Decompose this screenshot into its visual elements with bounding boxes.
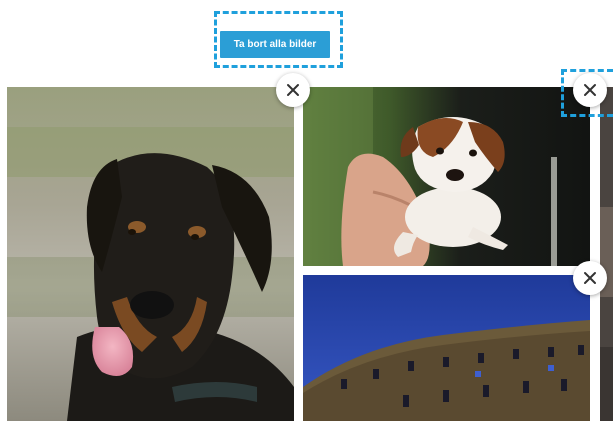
puppy-photo (303, 87, 590, 266)
close-icon (287, 84, 299, 96)
partial-photo (600, 87, 613, 421)
gallery-image-partial[interactable] (600, 87, 613, 421)
remove-image-button[interactable] (573, 73, 607, 107)
image-gallery-editor: Ta bort alla bilder (0, 0, 613, 421)
remove-image-button[interactable] (573, 261, 607, 295)
remove-image-button[interactable] (276, 73, 310, 107)
remove-all-images-button[interactable]: Ta bort alla bilder (220, 31, 330, 58)
colosseum-photo (303, 275, 590, 421)
doberman-photo (7, 87, 294, 421)
close-icon (584, 84, 596, 96)
close-icon (584, 272, 596, 284)
gallery-image-puppy[interactable] (303, 87, 590, 266)
gallery-image-doberman[interactable] (7, 87, 294, 421)
gallery-image-colosseum[interactable] (303, 275, 590, 421)
